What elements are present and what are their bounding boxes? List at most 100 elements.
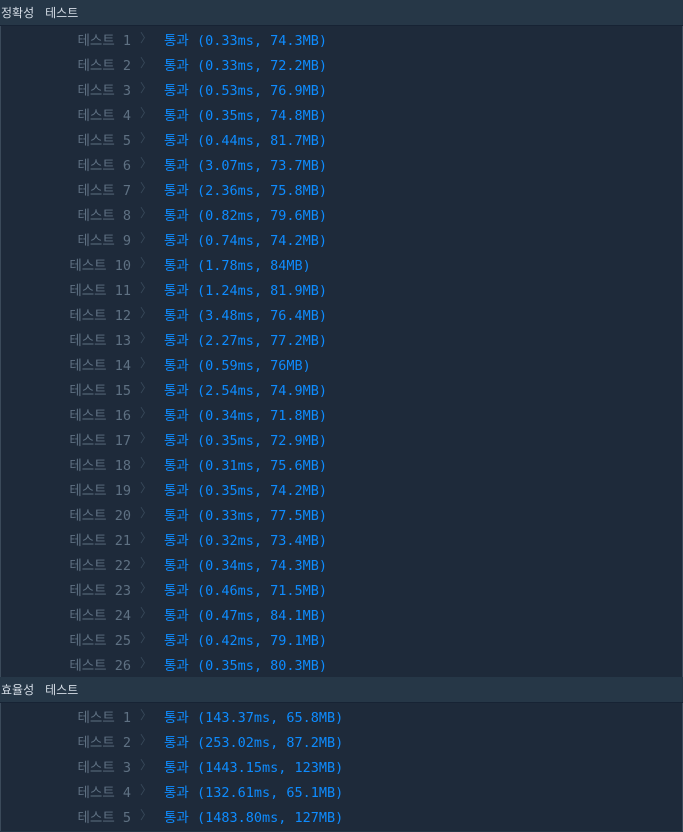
test-result: 통과 (1443.15ms, 123MB): [164, 760, 344, 776]
chevron-right-icon: 〉: [140, 306, 153, 320]
chevron-right-icon: 〉: [140, 181, 153, 195]
test-row: 테스트 3 〉 통과 (1443.15ms, 123MB): [1, 753, 682, 778]
test-result: 통과 (0.35ms, 74.2MB): [164, 483, 328, 499]
chevron-right-icon: 〉: [140, 106, 153, 120]
chevron-right-icon: 〉: [140, 758, 153, 772]
test-label: 테스트 23: [69, 583, 131, 599]
test-row: 테스트 13 〉 통과 (2.27ms, 77.2MB): [1, 326, 682, 351]
chevron-right-icon: 〉: [140, 631, 153, 645]
test-row: 테스트 25 〉 통과 (0.42ms, 79.1MB): [1, 626, 682, 651]
test-result: 통과 (1.78ms, 84MB): [164, 258, 311, 274]
test-row: 테스트 7 〉 통과 (2.36ms, 75.8MB): [1, 176, 682, 201]
chevron-right-icon: 〉: [140, 506, 153, 520]
test-result: 통과 (2.27ms, 77.2MB): [164, 333, 328, 349]
accuracy-results: 테스트 1 〉 통과 (0.33ms, 74.3MB) 테스트 2 〉 통과 (0.33m…: [0, 26, 683, 677]
test-row: 테스트 5 〉 통과 (0.44ms, 81.7MB): [1, 126, 682, 151]
test-label: 테스트 15: [69, 383, 131, 399]
test-row: 테스트 8 〉 통과 (0.82ms, 79.6MB): [1, 201, 682, 226]
efficiency-subtitle: 테스트: [45, 683, 79, 697]
test-row: 테스트 2 〉 통과 (253.02ms, 87.2MB): [1, 728, 682, 753]
test-label: 테스트 16: [69, 408, 131, 424]
chevron-right-icon: 〉: [140, 808, 153, 822]
accuracy-subtitle: 테스트: [45, 6, 79, 20]
test-row: 테스트 14 〉 통과 (0.59ms, 76MB): [1, 351, 682, 376]
chevron-right-icon: 〉: [140, 656, 153, 670]
test-label: 테스트 5: [77, 810, 131, 826]
test-result: 통과 (0.35ms, 80.3MB): [164, 658, 328, 674]
test-row: 테스트 22 〉 통과 (0.34ms, 74.3MB): [1, 551, 682, 576]
chevron-right-icon: 〉: [140, 406, 153, 420]
test-result: 통과 (2.36ms, 75.8MB): [164, 183, 328, 199]
test-label: 테스트 22: [69, 558, 131, 574]
test-result: 통과 (0.35ms, 72.9MB): [164, 433, 328, 449]
chevron-right-icon: 〉: [140, 708, 153, 722]
test-row: 테스트 23 〉 통과 (0.46ms, 71.5MB): [1, 576, 682, 601]
chevron-right-icon: 〉: [140, 783, 153, 797]
test-row: 테스트 3 〉 통과 (0.53ms, 76.9MB): [1, 76, 682, 101]
test-label: 테스트 4: [77, 785, 131, 801]
test-result: 통과 (0.47ms, 84.1MB): [164, 608, 328, 624]
test-label: 테스트 4: [77, 108, 131, 124]
test-result: 통과 (0.46ms, 71.5MB): [164, 583, 328, 599]
efficiency-title: 효율성: [1, 683, 35, 697]
test-label: 테스트 20: [69, 508, 131, 524]
test-label: 테스트 6: [77, 158, 131, 174]
test-label: 테스트 12: [69, 308, 131, 324]
test-result: 통과 (0.34ms, 71.8MB): [164, 408, 328, 424]
test-result: 통과 (132.61ms, 65.1MB): [164, 785, 344, 801]
test-label: 테스트 2: [77, 735, 131, 751]
test-label: 테스트 1: [77, 33, 131, 49]
test-result: 통과 (0.53ms, 76.9MB): [164, 83, 328, 99]
accuracy-header: 정확성 테스트: [0, 0, 683, 26]
chevron-right-icon: 〉: [140, 733, 153, 747]
test-row: 테스트 19 〉 통과 (0.35ms, 74.2MB): [1, 476, 682, 501]
test-result: 통과 (0.33ms, 74.3MB): [164, 33, 328, 49]
test-label: 테스트 1: [77, 710, 131, 726]
test-row: 테스트 24 〉 통과 (0.47ms, 84.1MB): [1, 601, 682, 626]
efficiency-results: 테스트 1 〉 통과 (143.37ms, 65.8MB) 테스트 2 〉 통과 (253…: [0, 703, 683, 831]
test-result: 통과 (0.32ms, 73.4MB): [164, 533, 328, 549]
test-label: 테스트 2: [77, 58, 131, 74]
test-result: 통과 (143.37ms, 65.8MB): [164, 710, 344, 726]
test-row: 테스트 6 〉 통과 (3.07ms, 73.7MB): [1, 151, 682, 176]
test-result: 통과 (0.33ms, 77.5MB): [164, 508, 328, 524]
test-row: 테스트 18 〉 통과 (0.31ms, 75.6MB): [1, 451, 682, 476]
test-result: 통과 (3.07ms, 73.7MB): [164, 158, 328, 174]
chevron-right-icon: 〉: [140, 556, 153, 570]
test-result: 통과 (1.24ms, 81.9MB): [164, 283, 328, 299]
test-label: 테스트 11: [69, 283, 131, 299]
test-label: 테스트 17: [69, 433, 131, 449]
test-result: 통과 (0.34ms, 74.3MB): [164, 558, 328, 574]
chevron-right-icon: 〉: [140, 131, 153, 145]
test-label: 테스트 3: [77, 83, 131, 99]
test-row: 테스트 1 〉 통과 (0.33ms, 74.3MB): [1, 26, 682, 51]
test-label: 테스트 5: [77, 133, 131, 149]
test-result: 통과 (0.31ms, 75.6MB): [164, 458, 328, 474]
chevron-right-icon: 〉: [140, 56, 153, 70]
chevron-right-icon: 〉: [140, 381, 153, 395]
chevron-right-icon: 〉: [140, 156, 153, 170]
test-row: 테스트 21 〉 통과 (0.32ms, 73.4MB): [1, 526, 682, 551]
test-label: 테스트 7: [77, 183, 131, 199]
test-result: 통과 (0.35ms, 74.8MB): [164, 108, 328, 124]
test-label: 테스트 14: [69, 358, 131, 374]
chevron-right-icon: 〉: [140, 481, 153, 495]
accuracy-title: 정확성: [1, 6, 35, 20]
test-result: 통과 (0.42ms, 79.1MB): [164, 633, 328, 649]
chevron-right-icon: 〉: [140, 231, 153, 245]
test-row: 테스트 10 〉 통과 (1.78ms, 84MB): [1, 251, 682, 276]
chevron-right-icon: 〉: [140, 81, 153, 95]
chevron-right-icon: 〉: [140, 356, 153, 370]
chevron-right-icon: 〉: [140, 531, 153, 545]
test-row: 테스트 1 〉 통과 (143.37ms, 65.8MB): [1, 703, 682, 728]
test-label: 테스트 26: [69, 658, 131, 674]
test-row: 테스트 20 〉 통과 (0.33ms, 77.5MB): [1, 501, 682, 526]
test-label: 테스트 19: [69, 483, 131, 499]
test-label: 테스트 24: [69, 608, 131, 624]
test-row: 테스트 26 〉 통과 (0.35ms, 80.3MB): [1, 651, 682, 676]
chevron-right-icon: 〉: [140, 606, 153, 620]
test-label: 테스트 25: [69, 633, 131, 649]
test-row: 테스트 2 〉 통과 (0.33ms, 72.2MB): [1, 51, 682, 76]
test-result: 통과 (2.54ms, 74.9MB): [164, 383, 328, 399]
chevron-right-icon: 〉: [140, 456, 153, 470]
